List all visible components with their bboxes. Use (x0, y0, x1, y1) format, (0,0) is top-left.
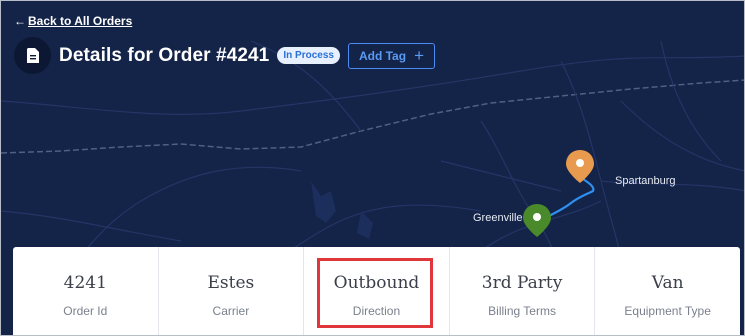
document-icon (14, 37, 51, 74)
add-tag-label: Add Tag (358, 48, 407, 63)
summary-value: Van (651, 273, 684, 293)
arrow-left-icon: ← (14, 14, 26, 28)
back-to-orders-link[interactable]: ← Back to All Orders (14, 14, 132, 28)
summary-direction: Outbound Direction (304, 247, 450, 335)
summary-carrier: Estes Carrier (159, 247, 305, 335)
summary-label: Order Id (63, 304, 108, 318)
order-details-panel: Spartanburg Greenville ← Back to All Ord… (0, 0, 745, 336)
back-link-label: Back to All Orders (28, 14, 133, 28)
summary-label: Billing Terms (488, 304, 556, 318)
summary-label: Carrier (212, 304, 250, 318)
summary-label: Equipment Type (624, 304, 711, 318)
order-summary-card: 4241 Order Id Estes Carrier Outbound Dir… (13, 247, 740, 335)
add-tag-button[interactable]: Add Tag + (347, 42, 435, 69)
summary-order-id: 4241 Order Id (13, 247, 159, 335)
page-header: Details for Order #4241 In Process Add T… (14, 37, 435, 74)
status-badge: In Process (277, 47, 340, 64)
summary-billing-terms: 3rd Party Billing Terms (450, 247, 596, 335)
plus-icon: + (414, 46, 424, 65)
summary-value: 3rd Party (481, 273, 563, 293)
summary-equipment-type: Van Equipment Type (595, 247, 740, 335)
summary-value: 4241 (63, 273, 107, 293)
city-label: Greenville (473, 212, 523, 224)
summary-value: Estes (207, 273, 255, 293)
page-title: Details for Order #4241 (59, 44, 270, 66)
city-label: Spartanburg (615, 175, 676, 187)
highlight-box (317, 258, 434, 328)
